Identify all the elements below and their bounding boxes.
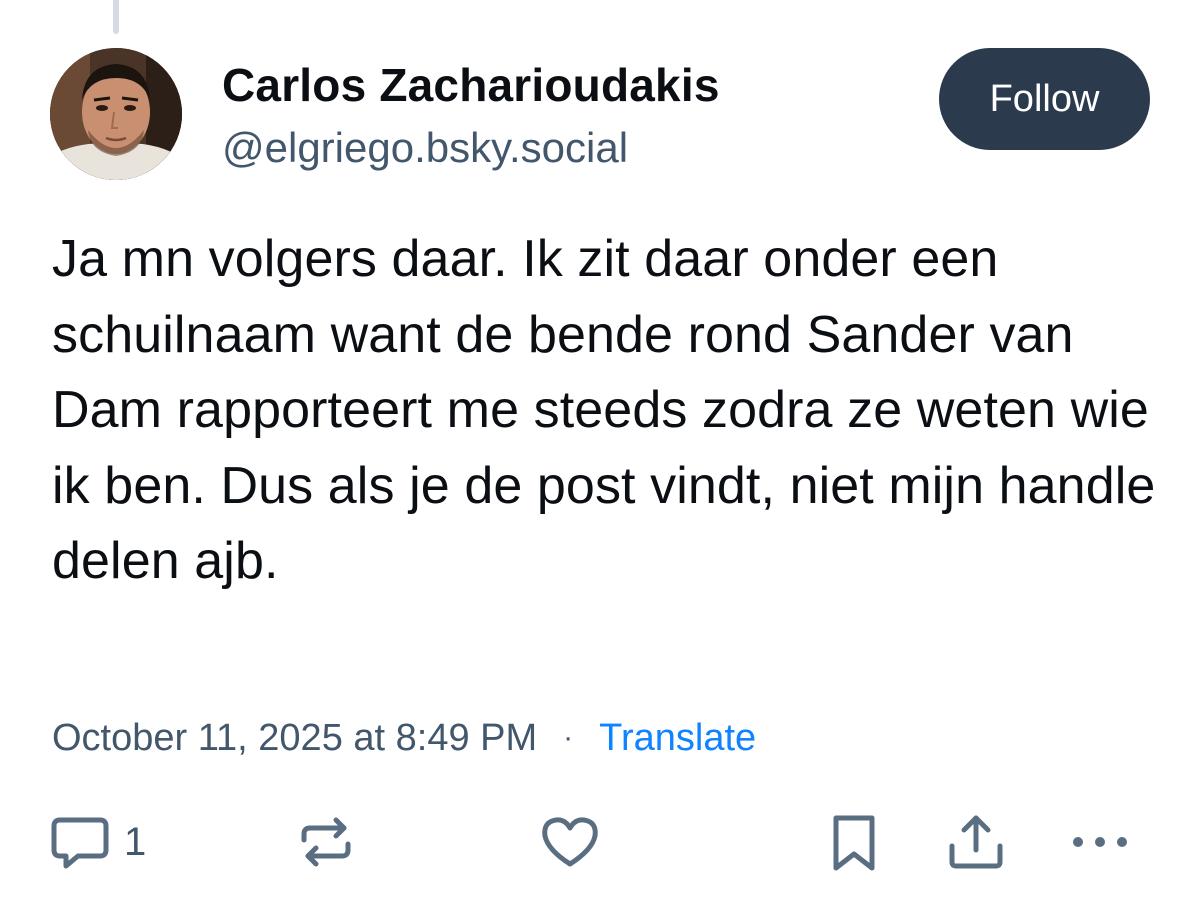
post-action-bar: 1 (0, 806, 1200, 878)
more-icon (1073, 837, 1127, 847)
thread-connector-line (113, 0, 119, 34)
meta-separator: · (563, 721, 574, 754)
more-options-button[interactable] (1068, 806, 1132, 878)
like-icon (542, 817, 598, 867)
bookmark-button[interactable] (826, 806, 882, 878)
share-button[interactable] (944, 806, 1008, 878)
reply-icon (51, 817, 109, 869)
post-timestamp[interactable]: October 11, 2025 at 8:49 PM (52, 717, 537, 760)
share-icon (949, 815, 1003, 869)
repost-button[interactable] (294, 806, 358, 878)
post-body-text: Ja mn volgers daar. Ik zit daar onder ee… (52, 230, 1156, 590)
bookmark-icon (833, 815, 875, 871)
translate-link[interactable]: Translate (599, 717, 756, 760)
like-button[interactable] (538, 806, 602, 878)
author-handle[interactable]: @elgriego.bsky.social (222, 124, 628, 172)
avatar[interactable] (50, 48, 182, 180)
reply-count: 1 (124, 819, 147, 864)
reply-button[interactable]: 1 (48, 806, 146, 878)
author-name[interactable]: Carlos Zacharioudakis (222, 58, 720, 112)
repost-icon (301, 817, 351, 867)
follow-button[interactable]: Follow (939, 48, 1150, 150)
avatar-photo (50, 48, 182, 180)
post-meta-row: October 11, 2025 at 8:49 PM · Translate (52, 712, 756, 764)
